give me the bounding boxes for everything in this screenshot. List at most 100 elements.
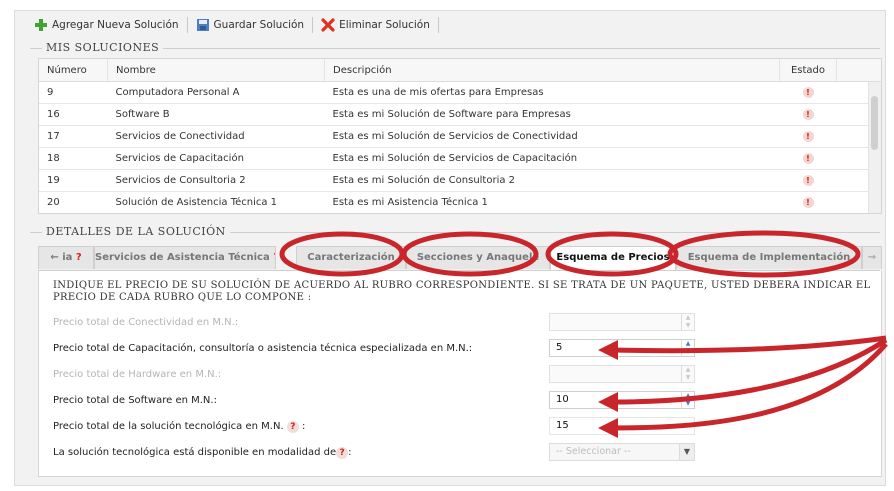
cell-number: 16 bbox=[39, 103, 108, 126]
column-header-name[interactable]: Nombre bbox=[107, 59, 325, 82]
spinner-icon[interactable]: ▲ ▼ bbox=[681, 392, 694, 408]
tab-secciones[interactable]: Secciones y Anaquele bbox=[406, 246, 550, 269]
add-solution-button[interactable]: Agregar Nueva Solución bbox=[26, 18, 187, 32]
tab-esquema-implementacion-label: Esquema de Implementación bbox=[687, 252, 851, 263]
modalidad-label-text: La solución tecnológica está disponible … bbox=[53, 447, 337, 458]
cell-name: Servicios de Capacitación bbox=[107, 147, 325, 170]
cell-status: ! bbox=[779, 191, 837, 213]
solutions-table: Número Nombre Descripción Estado 9 Comput… bbox=[38, 58, 882, 214]
solucion-total-label-suffix: : bbox=[302, 421, 306, 432]
solucion-total-price-value: 15 bbox=[556, 420, 569, 431]
cell-status: ! bbox=[779, 103, 837, 126]
status-alert-icon: ! bbox=[802, 175, 814, 186]
chevron-down-icon[interactable]: ▼ bbox=[679, 444, 694, 460]
solucion-total-label: Precio total de la solución tecnológica … bbox=[53, 421, 305, 433]
cell-status: ! bbox=[779, 169, 837, 192]
table-row[interactable]: 17 Servicios de Conectividad Esta es mi So… bbox=[39, 125, 881, 148]
table-row[interactable]: 9 Computadora Personal A Esta es una de mi… bbox=[39, 81, 881, 104]
help-icon[interactable]: ? bbox=[76, 252, 82, 263]
tab-esquema-precios[interactable]: Esquema de Precios bbox=[550, 246, 676, 270]
status-alert-icon: ! bbox=[802, 109, 814, 120]
hardware-label: Precio total de Hardware en M.N.: bbox=[53, 369, 222, 380]
save-icon bbox=[196, 19, 209, 31]
software-label: Precio total de Software en M.N.: bbox=[53, 395, 217, 406]
tab-asistencia-label: Servicios de Asistencia Técnica bbox=[95, 252, 270, 263]
solutions-legend: Mis soluciones bbox=[42, 41, 164, 54]
solucion-total-label-text: Precio total de la solución tecnológica … bbox=[53, 421, 287, 432]
modalidad-select[interactable]: -- Seleccionar -- ▼ bbox=[549, 443, 695, 461]
conectividad-price-input[interactable]: ▲ ▼ bbox=[549, 313, 695, 331]
save-solution-label: Guardar Solución bbox=[213, 19, 305, 31]
cell-number: 19 bbox=[39, 169, 108, 192]
cell-number: 9 bbox=[39, 81, 108, 104]
tab-scroll-next[interactable]: → bbox=[862, 246, 882, 269]
table-row[interactable]: 18 Servicios de Capacitación Esta es mi So… bbox=[39, 147, 881, 170]
spinner-icon[interactable]: ▲ ▼ bbox=[681, 314, 694, 330]
toolbar-divider bbox=[437, 17, 439, 33]
cell-name: Solución de Asistencia Técnica 1 bbox=[107, 191, 325, 213]
cell-name: Servicios de Conectividad bbox=[107, 125, 325, 148]
status-alert-icon: ! bbox=[802, 197, 814, 208]
status-alert-icon: ! bbox=[802, 87, 814, 98]
modalidad-select-value: -- Seleccionar -- bbox=[556, 446, 631, 457]
spinner-icon[interactable]: ▲ ▼ bbox=[681, 366, 694, 382]
cell-status: ! bbox=[779, 81, 837, 104]
table-scrollbar[interactable] bbox=[868, 82, 881, 213]
details-tab-bar: ← ia ? Servicios de Asistencia Técnica ?… bbox=[38, 246, 882, 271]
table-row[interactable]: 19 Servicios de Consultoria 2 Esta es mi S… bbox=[39, 169, 881, 192]
cell-name: Software B bbox=[107, 103, 325, 126]
cell-number: 20 bbox=[39, 191, 108, 213]
conectividad-label: Precio total de Conectividad en M.N.: bbox=[53, 317, 239, 328]
scrollbar-thumb[interactable] bbox=[871, 96, 878, 150]
table-row[interactable]: 20 Solución de Asistencia Técnica 1 Esta e… bbox=[39, 191, 881, 213]
cell-description: Esta es mi Solución de Servicios de Cone… bbox=[324, 125, 780, 148]
cell-status: ! bbox=[779, 125, 837, 148]
price-scheme-panel: Indique el precio de su solución de acue… bbox=[38, 271, 882, 477]
add-solution-label: Agregar Nueva Solución bbox=[52, 19, 179, 31]
cell-name: Computadora Personal A bbox=[107, 81, 325, 104]
tab-previous-label: ← ia bbox=[50, 252, 73, 263]
capacitacion-label: Precio total de Capacitación, consultorí… bbox=[53, 343, 473, 354]
modalidad-label: La solución tecnológica está disponible … bbox=[53, 447, 352, 459]
help-icon[interactable]: ? bbox=[273, 252, 275, 263]
hardware-price-input[interactable]: ▲ ▼ bbox=[549, 365, 695, 383]
cell-description: Esta es mi Solución de Servicios de Capa… bbox=[324, 147, 780, 170]
cell-description: Esta es mi Asistencia Técnica 1 bbox=[324, 191, 780, 213]
cell-name: Servicios de Consultoria 2 bbox=[107, 169, 325, 192]
cell-status: ! bbox=[779, 147, 837, 170]
capacitacion-price-input[interactable]: 5 ▲ ▼ bbox=[549, 339, 695, 357]
help-icon[interactable]: ? bbox=[286, 421, 299, 433]
cell-number: 18 bbox=[39, 147, 108, 170]
price-instructions: Indique el precio de su solución de acue… bbox=[53, 280, 871, 303]
column-header-number[interactable]: Número bbox=[39, 59, 108, 82]
capacitacion-price-value: 5 bbox=[556, 342, 563, 353]
help-icon[interactable]: ? bbox=[336, 447, 349, 459]
delete-x-icon bbox=[321, 18, 335, 32]
status-alert-icon: ! bbox=[802, 131, 814, 142]
solucion-total-price-field[interactable]: 15 bbox=[549, 417, 695, 435]
table-row[interactable]: 16 Software B Esta es mi Solución de Softw… bbox=[39, 103, 881, 126]
delete-solution-button[interactable]: Eliminar Solución bbox=[313, 18, 438, 32]
plus-icon bbox=[35, 19, 47, 31]
tab-asistencia-tecnica[interactable]: Servicios de Asistencia Técnica ? bbox=[94, 246, 276, 269]
solutions-table-body: 9 Computadora Personal A Esta es una de mi… bbox=[39, 81, 881, 213]
tab-esquema-implementacion[interactable]: Esquema de Implementación bbox=[676, 246, 862, 269]
spinner-icon[interactable]: ▲ ▼ bbox=[681, 340, 694, 356]
status-alert-icon: ! bbox=[802, 153, 814, 164]
software-price-value: 10 bbox=[556, 394, 569, 405]
cell-description: Esta es mi Solución de Software para Emp… bbox=[324, 103, 780, 126]
toolbar: Agregar Nueva Solución Guardar Solución … bbox=[26, 12, 439, 38]
table-header-row: Número Nombre Descripción Estado bbox=[39, 59, 881, 82]
tab-previous[interactable]: ← ia ? bbox=[38, 246, 94, 269]
tab-caracterizacion[interactable]: Caracterización bbox=[296, 246, 406, 269]
cell-number: 17 bbox=[39, 125, 108, 148]
column-header-description[interactable]: Descripción bbox=[324, 59, 780, 82]
save-solution-button[interactable]: Guardar Solución bbox=[188, 18, 313, 32]
cell-description: Esta es una de mis ofertas para Empresas bbox=[324, 81, 780, 104]
tab-secciones-label: Secciones y Anaquele bbox=[416, 252, 540, 263]
software-price-input[interactable]: 10 ▲ ▼ bbox=[549, 391, 695, 409]
tab-esquema-precios-label: Esquema de Precios bbox=[556, 252, 670, 263]
column-header-spacer bbox=[836, 59, 881, 82]
details-legend: Detalles de la Solución bbox=[42, 225, 230, 238]
column-header-status[interactable]: Estado bbox=[779, 59, 837, 82]
